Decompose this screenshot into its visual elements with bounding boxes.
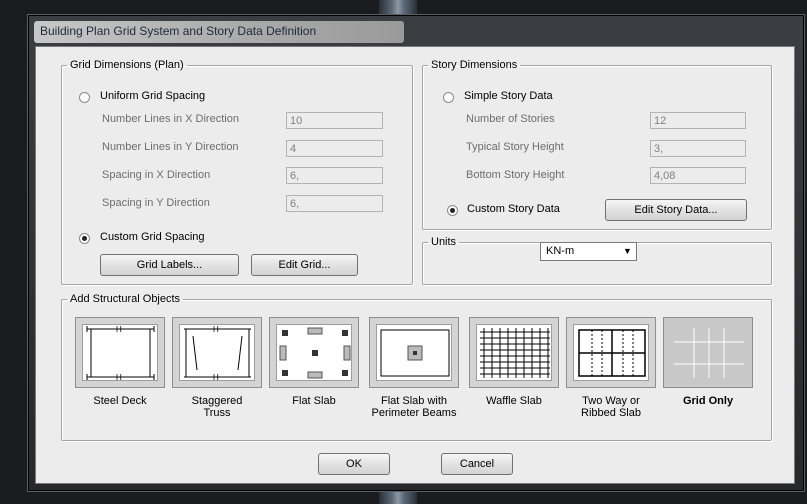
- bottom-height-label: Bottom Story Height: [466, 169, 565, 181]
- flat-slab-perimeter-caption: Flat Slab with Perimeter Beams: [371, 395, 457, 419]
- background-window-edge-bottom: [379, 490, 417, 504]
- simple-story-radio[interactable]: [443, 92, 454, 103]
- custom-grid-radio[interactable]: [79, 233, 90, 244]
- num-stories-label: Number of Stories: [466, 113, 555, 125]
- uniform-grid-label: Uniform Grid Spacing: [100, 90, 206, 102]
- svg-text:H: H: [116, 325, 122, 334]
- grid-only-icon: [674, 328, 744, 378]
- simple-story-label: Simple Story Data: [464, 90, 553, 102]
- window-title: Building Plan Grid System and Story Data…: [40, 24, 317, 38]
- custom-grid-label: Custom Grid Spacing: [100, 231, 205, 243]
- uniform-grid-radio[interactable]: [79, 92, 90, 103]
- flat-slab-icon: [279, 327, 351, 379]
- bottom-height-input[interactable]: 4,08: [650, 167, 746, 184]
- units-select[interactable]: KN-m ▼: [540, 242, 637, 261]
- svg-text:H: H: [116, 373, 122, 382]
- edit-story-data-button[interactable]: Edit Story Data...: [605, 199, 747, 221]
- background-window-edge: [379, 0, 417, 14]
- typical-height-label: Typical Story Height: [466, 141, 564, 153]
- num-lines-x-label: Number Lines in X Direction: [102, 113, 239, 125]
- grid-labels-button[interactable]: Grid Labels...: [100, 254, 239, 276]
- spacing-y-label: Spacing in Y Direction: [102, 197, 210, 209]
- svg-text:H: H: [213, 373, 219, 382]
- flat-slab-perimeter-beams-tile[interactable]: [369, 317, 459, 388]
- staggered-truss-tile[interactable]: H H: [172, 317, 262, 388]
- two-way-ribbed-caption: Two Way or Ribbed Slab: [581, 395, 641, 419]
- spacing-y-input[interactable]: 6,: [286, 195, 383, 212]
- steel-deck-icon: H H: [86, 325, 155, 382]
- flat-slab-caption: Flat Slab: [292, 395, 336, 407]
- edit-grid-button[interactable]: Edit Grid...: [251, 254, 358, 276]
- waffle-slab-icon: [480, 328, 550, 378]
- svg-text:H: H: [213, 325, 219, 334]
- steel-deck-tile[interactable]: H H: [75, 317, 165, 388]
- cancel-button[interactable]: Cancel: [441, 453, 513, 475]
- spacing-x-input[interactable]: 6,: [286, 167, 383, 184]
- story-dimensions-legend: Story Dimensions: [431, 59, 518, 71]
- num-lines-x-input[interactable]: 10: [286, 112, 383, 129]
- flat-slab-perimeter-beams-icon: [380, 329, 450, 377]
- typical-height-input[interactable]: 3,: [650, 140, 746, 157]
- grid-only-caption: Grid Only: [682, 395, 734, 407]
- custom-story-radio[interactable]: [447, 205, 458, 216]
- two-way-ribbed-slab-tile[interactable]: [566, 317, 656, 388]
- units-legend: Units: [431, 236, 457, 248]
- waffle-slab-caption: Waffle Slab: [486, 395, 542, 407]
- num-lines-y-input[interactable]: 4: [286, 140, 383, 157]
- num-lines-y-label: Number Lines in Y Direction: [102, 141, 239, 153]
- units-selected-value: KN-m: [546, 245, 575, 257]
- staggered-truss-caption: Staggered Truss: [191, 395, 243, 419]
- ok-button[interactable]: OK: [318, 453, 390, 475]
- grid-dimensions-legend: Grid Dimensions (Plan): [70, 59, 184, 71]
- staggered-truss-icon: H H: [184, 325, 251, 382]
- num-stories-input[interactable]: 12: [650, 112, 746, 129]
- title-bar[interactable]: Building Plan Grid System and Story Data…: [34, 21, 404, 43]
- steel-deck-caption: Steel Deck: [93, 395, 147, 407]
- spacing-x-label: Spacing in X Direction: [102, 169, 211, 181]
- waffle-slab-tile[interactable]: [469, 317, 559, 388]
- custom-story-label: Custom Story Data: [467, 203, 560, 215]
- grid-only-tile[interactable]: [663, 317, 753, 388]
- chevron-down-icon[interactable]: ▼: [620, 244, 635, 259]
- structural-objects-legend: Add Structural Objects: [70, 293, 181, 305]
- two-way-ribbed-slab-icon: [578, 329, 646, 377]
- flat-slab-tile[interactable]: [269, 317, 359, 388]
